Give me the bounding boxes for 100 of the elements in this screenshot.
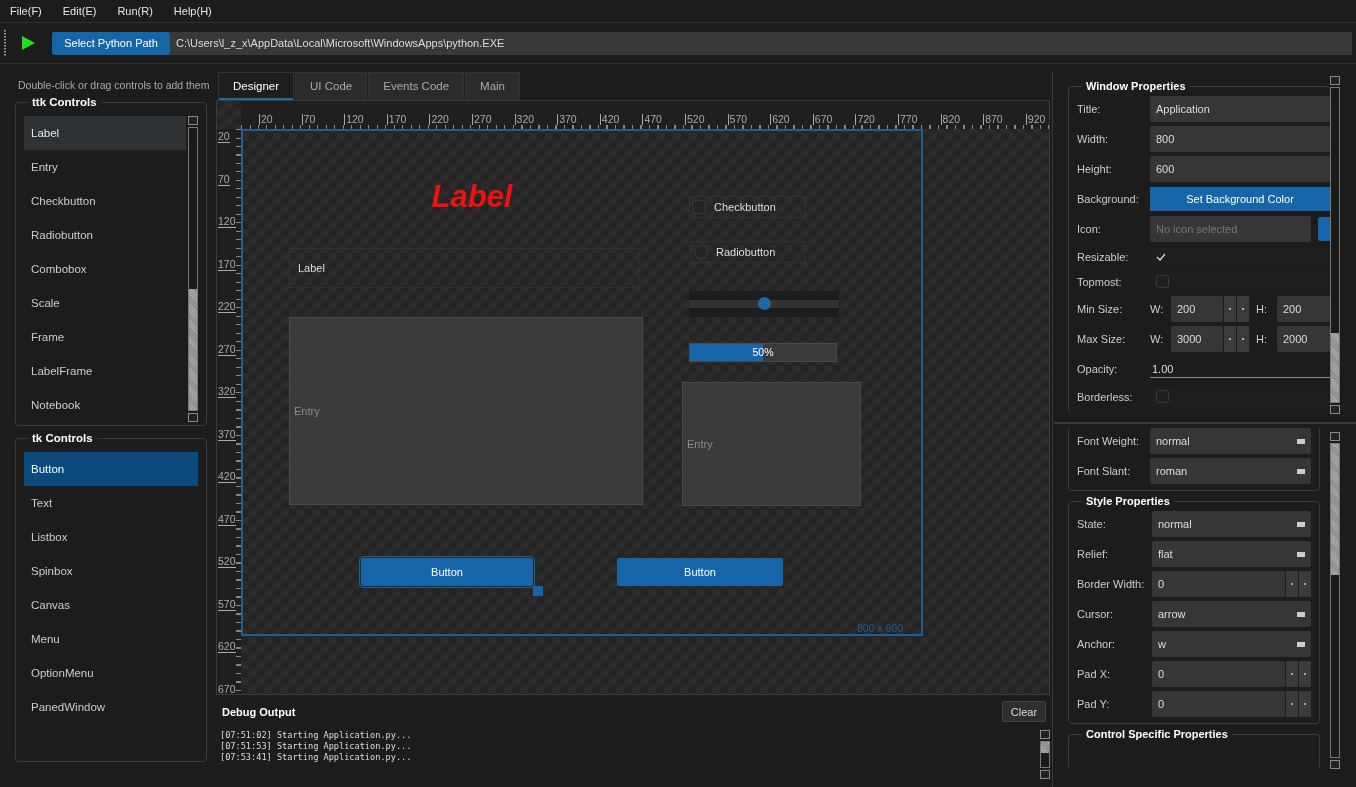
- control-list-item[interactable]: Entry: [24, 150, 186, 184]
- ruler-label: 470: [642, 114, 662, 125]
- combobox[interactable]: normal: [1150, 428, 1311, 454]
- menu-title[interactable]: File(F): [10, 5, 42, 17]
- control-list-item[interactable]: Listbox: [24, 520, 198, 554]
- property-label: Topmost:: [1077, 275, 1123, 288]
- ruler-label: 420: [599, 114, 620, 125]
- menu-title[interactable]: Run(R): [117, 5, 153, 17]
- property-label: Title:: [1077, 103, 1102, 115]
- combobox[interactable]: w: [1152, 631, 1311, 657]
- tab[interactable]: Events Code: [368, 72, 465, 100]
- select-path-button[interactable]: Select Python Path: [52, 31, 170, 55]
- spin-down-button[interactable]: [1237, 296, 1249, 322]
- height-label: H:: [1256, 303, 1268, 315]
- entry-widget[interactable]: Entry: [289, 317, 643, 505]
- dropdown-icon: [1297, 468, 1305, 474]
- control-list-item[interactable]: Scale: [24, 286, 186, 320]
- spin-up-button[interactable]: [1286, 691, 1298, 717]
- slider[interactable]: [689, 291, 839, 317]
- spinbox-field[interactable]: 0: [1152, 691, 1285, 717]
- combobox[interactable]: roman: [1150, 458, 1311, 484]
- control-list-item[interactable]: PanedWindow: [24, 690, 198, 724]
- group-title: tk Controls: [31, 432, 94, 444]
- combobox[interactable]: arrow: [1152, 601, 1311, 627]
- spin-up-button[interactable]: [1286, 661, 1298, 687]
- scrollbar[interactable]: [1330, 76, 1340, 414]
- dropdown-icon: [1297, 641, 1305, 647]
- ruler-label: 20: [259, 114, 273, 125]
- run-icon[interactable]: [20, 35, 36, 51]
- control-list-item[interactable]: Checkbutton: [24, 184, 186, 218]
- tab[interactable]: Designer: [218, 72, 295, 100]
- button-widget[interactable]: Button: [361, 558, 533, 586]
- spinbox-field[interactable]: 800: [1150, 126, 1330, 152]
- spin-down-button[interactable]: [1299, 691, 1311, 717]
- spin-up-button[interactable]: [1286, 571, 1298, 597]
- menu-title[interactable]: Help(H): [173, 5, 212, 17]
- combobox[interactable]: flat: [1152, 541, 1311, 567]
- ruler-label: 320: [218, 385, 236, 398]
- ruler-label: 570: [727, 114, 748, 125]
- spinbox-field[interactable]: 3000: [1171, 326, 1223, 352]
- spin-down-button[interactable]: [1299, 661, 1311, 687]
- control-list-item[interactable]: Frame: [24, 320, 186, 354]
- spin-down-button[interactable]: [1299, 571, 1311, 597]
- resize-handle[interactable]: [533, 586, 543, 596]
- icon-path-field[interactable]: No icon selected: [1150, 216, 1311, 242]
- button-widget[interactable]: Button: [617, 558, 783, 586]
- spinbox-field[interactable]: 0: [1152, 571, 1285, 597]
- background-color-button[interactable]: Set Background Color: [1150, 187, 1330, 211]
- radio-label: Radiobutton: [716, 246, 776, 258]
- opacity-field[interactable]: 1.00: [1150, 360, 1330, 378]
- width-label: W:: [1150, 303, 1165, 315]
- control-list-item[interactable]: OptionMenu: [24, 656, 198, 690]
- spinbox-field[interactable]: 0: [1152, 661, 1285, 687]
- ruler-label: 820: [940, 114, 961, 125]
- width-label: W:: [1150, 333, 1165, 345]
- checkbutton-widget[interactable]: Checkbutton: [689, 196, 806, 218]
- checkbox-label: Checkbutton: [714, 201, 776, 213]
- combobox[interactable]: normal: [1152, 511, 1311, 537]
- path-field[interactable]: C:\Users\l_z_x\AppData\Local\Microsoft\WindowsApps\python.EXE: [170, 31, 1352, 55]
- ruler-label: 470: [218, 512, 236, 526]
- property-label: Resizable:: [1077, 250, 1130, 263]
- control-list-item[interactable]: Label: [24, 116, 186, 150]
- control-list-item[interactable]: Radiobutton: [24, 218, 186, 252]
- ruler-label: 370: [218, 427, 236, 441]
- control-list-item[interactable]: Canvas: [24, 588, 198, 622]
- control-list-item[interactable]: Menu: [24, 622, 198, 656]
- spinbox-field[interactable]: 200: [1277, 296, 1330, 322]
- ruler-label: 70: [218, 172, 230, 186]
- control-list-item[interactable]: Spinbox: [24, 554, 198, 588]
- ruler-label: 420: [218, 470, 236, 483]
- spinbox-field[interactable]: 2000: [1277, 326, 1330, 352]
- tab[interactable]: UI Code: [295, 72, 368, 100]
- spinbox-field[interactable]: 200: [1171, 296, 1223, 322]
- property-label: Width:: [1077, 133, 1110, 145]
- control-list-item[interactable]: LabelFrame: [24, 354, 186, 388]
- tab[interactable]: Main: [465, 72, 520, 100]
- control-list-item[interactable]: Notebook: [24, 388, 186, 422]
- ruler-label: 920: [1025, 114, 1046, 125]
- scrollbar[interactable]: [1040, 730, 1050, 779]
- spinbox-field[interactable]: 600: [1150, 156, 1330, 182]
- radiobutton-widget[interactable]: Radiobutton: [691, 241, 805, 263]
- browse-button[interactable]: [1318, 217, 1330, 241]
- property-label: Pad X:: [1077, 668, 1112, 680]
- spin-up-button[interactable]: [1224, 296, 1236, 322]
- spin-up-button[interactable]: [1224, 326, 1236, 352]
- ruler-label: 370: [557, 114, 577, 125]
- control-list-item[interactable]: Text: [24, 486, 198, 520]
- entry-widget[interactable]: Entry: [682, 382, 861, 506]
- label-widget[interactable]: Label: [289, 248, 639, 288]
- scrollbar[interactable]: [188, 116, 198, 422]
- control-list-item[interactable]: Button: [24, 452, 198, 486]
- clear-button[interactable]: Clear: [1002, 701, 1046, 722]
- ruler-label: 70: [301, 114, 316, 125]
- text-field[interactable]: Application: [1150, 96, 1330, 122]
- spin-down-button[interactable]: [1237, 326, 1249, 352]
- control-list-item[interactable]: Combobox: [24, 252, 186, 286]
- menu-title[interactable]: Edit(E): [62, 5, 97, 17]
- ruler-label: 770: [898, 114, 918, 125]
- ruler-label: 270: [218, 342, 236, 356]
- scrollbar[interactable]: [1330, 432, 1340, 769]
